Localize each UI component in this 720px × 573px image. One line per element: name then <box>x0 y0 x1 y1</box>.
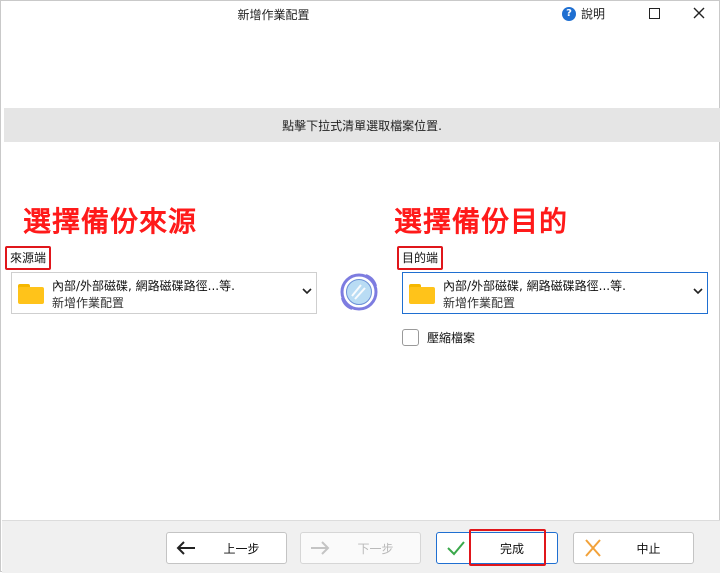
maximize-button[interactable] <box>643 3 665 23</box>
destination-label: 目的端 <box>397 246 444 270</box>
chevron-down-icon <box>693 288 703 295</box>
close-button[interactable] <box>688 3 710 23</box>
instruction-banner: 點擊下拉式清單選取檔案位置. <box>4 108 720 142</box>
destination-dropdown[interactable]: 內部/外部磁碟, 網路磁碟路徑...等. 新增作業配置 <box>402 272 708 314</box>
previous-label: 上一步 <box>223 542 260 556</box>
finish-button[interactable]: 完成 <box>436 532 558 564</box>
arrow-right-icon <box>311 541 330 555</box>
help-label: 說明 <box>581 7 606 21</box>
window-title: 新增作業配置 <box>237 8 310 22</box>
source-annotation: 選擇備份來源 <box>23 205 198 238</box>
instruction-text: 點擊下拉式清單選取檔案位置. <box>282 118 442 133</box>
help-icon: ? <box>562 6 576 21</box>
source-subtext: 新增作業配置 <box>52 296 125 310</box>
destination-annotation: 選擇備份目的 <box>394 205 569 238</box>
next-button[interactable]: 下一步 <box>300 532 421 564</box>
chevron-down-icon <box>302 288 312 295</box>
help-button[interactable]: ? 說明 <box>562 5 605 22</box>
folder-icon <box>409 284 435 304</box>
compress-label: 壓縮檔案 <box>427 331 476 345</box>
destination-location-text: 內部/外部磁碟, 網路磁碟路徑...等. <box>443 279 626 293</box>
compress-checkbox[interactable] <box>402 329 419 346</box>
checkmark-icon <box>447 541 465 556</box>
finish-label: 完成 <box>499 542 524 556</box>
destination-subtext: 新增作業配置 <box>443 296 516 310</box>
cancel-label: 中止 <box>636 542 661 556</box>
source-label: 來源端 <box>5 246 52 270</box>
title-bar: 新增作業配置 ? 說明 <box>1 1 719 27</box>
close-icon <box>693 7 705 19</box>
previous-button[interactable]: 上一步 <box>166 532 287 564</box>
cross-icon <box>585 539 601 557</box>
cancel-button[interactable]: 中止 <box>573 532 694 564</box>
folder-icon <box>18 284 44 304</box>
dialog-window: 新增作業配置 ? 說明 點擊下拉式清單選取檔案位置. 選擇備份來源 選擇備份目的… <box>0 0 720 573</box>
source-location-text: 內部/外部磁碟, 網路磁碟路徑...等. <box>52 279 235 293</box>
compress-files-option[interactable]: 壓縮檔案 <box>402 329 475 346</box>
mirror-icon <box>340 273 378 311</box>
maximize-icon <box>648 7 660 19</box>
source-dropdown[interactable]: 內部/外部磁碟, 網路磁碟路徑...等. 新增作業配置 <box>11 272 317 314</box>
arrow-left-icon <box>176 541 195 555</box>
next-label: 下一步 <box>357 542 394 556</box>
